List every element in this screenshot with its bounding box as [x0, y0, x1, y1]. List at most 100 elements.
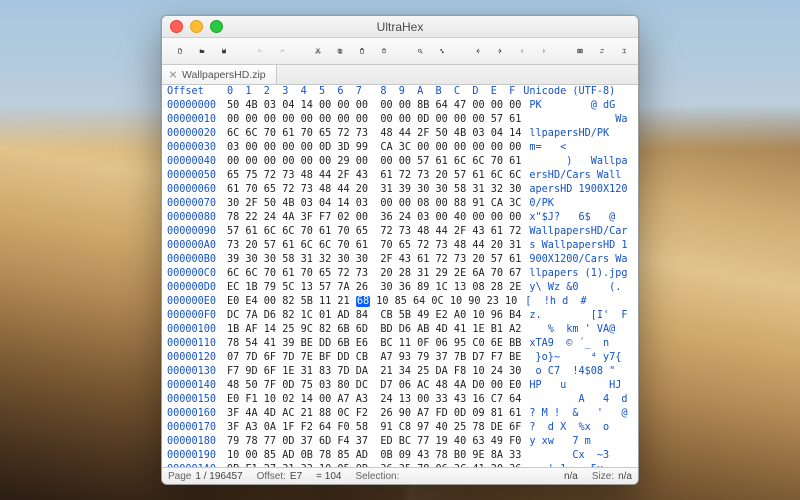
- hex-bytes-cell[interactable]: 00 00 00 00 00 00 29 00 00 00 57 61 6C 6…: [227, 155, 521, 169]
- hex-bytes-cell[interactable]: 78 22 24 4A 3F F7 02 00 36 24 03 00 40 0…: [227, 211, 521, 225]
- hex-bytes-cell[interactable]: 10 00 85 AD 0B 78 85 AD 0B 09 43 78 B0 9…: [227, 449, 521, 463]
- hex-row[interactable]: 0000006061 70 65 72 73 48 44 20 31 39 30…: [162, 183, 638, 197]
- sum-button[interactable]: [614, 41, 634, 61]
- ascii-cell[interactable]: ? d X %x o: [521, 421, 609, 435]
- hex-row[interactable]: 00000130F7 9D 6F 1E 31 83 7D DA 21 34 25…: [162, 365, 638, 379]
- ascii-cell[interactable]: % km ' VA@: [521, 323, 615, 337]
- hex-row[interactable]: 000001603F 4A 4D AC 21 88 0C F2 26 90 A7…: [162, 407, 638, 421]
- hex-bytes-cell[interactable]: 3F A3 0A 1F F2 64 F0 58 91 C8 97 40 25 7…: [227, 421, 521, 435]
- ascii-cell[interactable]: ? M ! & ' @: [521, 407, 627, 421]
- undo-button[interactable]: [250, 41, 270, 61]
- hex-bytes-cell[interactable]: 03 00 00 00 00 0D 3D 99 CA 3C 00 00 00 0…: [227, 141, 521, 155]
- ascii-cell[interactable]: WallpapersHD/Car: [521, 225, 627, 239]
- ascii-cell[interactable]: ersHD/Cars Wall: [521, 169, 621, 183]
- columns-button[interactable]: [570, 41, 590, 61]
- hex-bytes-cell[interactable]: E0 F1 10 02 14 00 A7 A3 24 13 00 33 43 1…: [227, 393, 521, 407]
- hex-row[interactable]: 0000007030 2F 50 4B 03 04 14 03 00 00 08…: [162, 197, 638, 211]
- paste-button[interactable]: [352, 41, 372, 61]
- ascii-cell[interactable]: Wa: [521, 113, 627, 127]
- hex-row[interactable]: 000001001B AF 14 25 9C 82 6B 6D BD D6 AB…: [162, 323, 638, 337]
- hex-row[interactable]: 00000150E0 F1 10 02 14 00 A7 A3 24 13 00…: [162, 393, 638, 407]
- hex-row[interactable]: 000000F0DC 7A D6 82 1C 01 AD 84 CB 5B 49…: [162, 309, 638, 323]
- ascii-cell[interactable]: y xw 7 m: [521, 435, 603, 449]
- cut-button[interactable]: [308, 41, 328, 61]
- minimize-window-button[interactable]: [190, 20, 203, 33]
- hex-row[interactable]: 0000000050 4B 03 04 14 00 00 00 00 00 8B…: [162, 99, 638, 113]
- ascii-cell[interactable]: m= <: [521, 141, 566, 155]
- goto-button[interactable]: [432, 41, 452, 61]
- ascii-cell[interactable]: s WallpapersHD 1: [521, 239, 627, 253]
- hex-bytes-cell[interactable]: 57 61 6C 6C 70 61 70 65 72 73 48 44 2F 4…: [227, 225, 521, 239]
- close-window-button[interactable]: [170, 20, 183, 33]
- ascii-cell[interactable]: [ !h d #: [517, 295, 586, 309]
- hex-bytes-cell[interactable]: 6C 6C 70 61 70 65 72 73 48 44 2F 50 4B 0…: [227, 127, 521, 141]
- close-tab-icon[interactable]: [169, 71, 177, 79]
- hex-bytes-cell[interactable]: 00 00 00 00 00 00 00 00 00 00 0D 00 00 0…: [227, 113, 521, 127]
- hex-bytes-cell[interactable]: 07 7D 6F 7D 7E BF DD CB A7 93 79 37 7B D…: [227, 351, 521, 365]
- ascii-cell[interactable]: 900X1200/Cars Wa: [521, 253, 627, 267]
- ascii-cell[interactable]: ) Wallpa: [521, 155, 627, 169]
- ascii-cell[interactable]: Unicode (UTF-8): [515, 85, 615, 99]
- new-file-button[interactable]: [170, 41, 190, 61]
- hex-bytes-cell[interactable]: 78 54 41 39 BE DD 6B E6 BC 11 0F 06 95 C…: [227, 337, 521, 351]
- hex-row[interactable]: 000000E0E0 E4 00 82 5B 11 21 68 10 85 64…: [162, 295, 638, 309]
- zoom-window-button[interactable]: [210, 20, 223, 33]
- hex-bytes-cell[interactable]: 48 50 7F 0D 75 03 80 DC D7 06 AC 48 4A D…: [227, 379, 521, 393]
- ascii-cell[interactable]: z. [I' F: [521, 309, 627, 323]
- hex-row[interactable]: 000000D0EC 1B 79 5C 13 57 7A 26 30 36 89…: [162, 281, 638, 295]
- ascii-cell[interactable]: Cx ~3: [521, 449, 609, 463]
- hex-bytes-cell[interactable]: 65 75 72 73 48 44 2F 43 61 72 73 20 57 6…: [227, 169, 521, 183]
- save-file-button[interactable]: [214, 41, 234, 61]
- file-tab[interactable]: WallpapersHD.zip: [162, 65, 277, 84]
- ascii-cell[interactable]: PK @ dG: [521, 99, 615, 113]
- ascii-cell[interactable]: }o}~ ⁴ y7{: [521, 351, 621, 365]
- hex-bytes-cell[interactable]: 79 78 77 0D 37 6D F4 37 ED BC 77 19 40 6…: [227, 435, 521, 449]
- ascii-cell[interactable]: y\ Wz &0 (.: [521, 281, 621, 295]
- hex-row[interactable]: 000000C06C 6C 70 61 70 65 72 73 20 28 31…: [162, 267, 638, 281]
- redo-button[interactable]: [272, 41, 292, 61]
- ascii-cell[interactable]: apersHD 1900X120: [521, 183, 627, 197]
- hex-bytes-cell[interactable]: 30 2F 50 4B 03 04 14 03 00 00 08 00 88 9…: [227, 197, 521, 211]
- hex-row[interactable]: 0000011078 54 41 39 BE DD 6B E6 BC 11 0F…: [162, 337, 638, 351]
- hex-bytes-cell[interactable]: DC 7A D6 82 1C 01 AD 84 CB 5B 49 E2 A0 1…: [227, 309, 521, 323]
- hex-bytes-cell[interactable]: 1B AF 14 25 9C 82 6B 6D BD D6 AB 4D 41 1…: [227, 323, 521, 337]
- hex-row[interactable]: 0000008078 22 24 4A 3F F7 02 00 36 24 03…: [162, 211, 638, 225]
- ascii-cell[interactable]: o C7 !4$08 ": [521, 365, 615, 379]
- hex-bytes-cell[interactable]: F7 9D 6F 1E 31 83 7D DA 21 34 25 DA F8 1…: [227, 365, 521, 379]
- nav-forward-button[interactable]: [490, 41, 510, 61]
- hex-row[interactable]: 000000A073 20 57 61 6C 6C 70 61 70 65 72…: [162, 239, 638, 253]
- hex-row[interactable]: 0000001000 00 00 00 00 00 00 00 00 00 0D…: [162, 113, 638, 127]
- hex-row[interactable]: 000000206C 6C 70 61 70 65 72 73 48 44 2F…: [162, 127, 638, 141]
- hex-bytes-cell[interactable]: 50 4B 03 04 14 00 00 00 00 00 8B 64 47 0…: [227, 99, 521, 113]
- hex-bytes-cell[interactable]: 61 70 65 72 73 48 44 20 31 39 30 30 58 3…: [227, 183, 521, 197]
- hex-row[interactable]: 000000B039 30 30 58 31 32 30 30 2F 43 61…: [162, 253, 638, 267]
- nav-next-button[interactable]: [534, 41, 554, 61]
- copy-button[interactable]: [330, 41, 350, 61]
- hex-row[interactable]: 0000009057 61 6C 6C 70 61 70 65 72 73 48…: [162, 225, 638, 239]
- hex-bytes-cell[interactable]: 73 20 57 61 6C 6C 70 61 70 65 72 73 48 4…: [227, 239, 521, 253]
- ascii-cell[interactable]: xTA9 © ´_ n: [521, 337, 609, 351]
- selected-byte[interactable]: 68: [356, 296, 370, 307]
- hex-bytes-cell[interactable]: 0 1 2 3 4 5 6 7 8 9 A B C D E F: [227, 85, 515, 99]
- ascii-cell[interactable]: llpapersHD/PK: [521, 127, 609, 141]
- hex-bytes-cell[interactable]: 3F 4A 4D AC 21 88 0C F2 26 90 A7 FD 0D 0…: [227, 407, 521, 421]
- delete-button[interactable]: [374, 41, 394, 61]
- hex-bytes-cell[interactable]: 6C 6C 70 61 70 65 72 73 20 28 31 29 2E 6…: [227, 267, 521, 281]
- ascii-cell[interactable]: HP u HJ: [521, 379, 621, 393]
- hex-view[interactable]: Offset 0 1 2 3 4 5 6 7 8 9 A B C D E FUn…: [162, 85, 638, 467]
- hex-row[interactable]: 0000019010 00 85 AD 0B 78 85 AD 0B 09 43…: [162, 449, 638, 463]
- ascii-cell[interactable]: 0/PK: [521, 197, 554, 211]
- ascii-cell[interactable]: A 4 d: [521, 393, 627, 407]
- hex-row[interactable]: 0000003003 00 00 00 00 0D 3D 99 CA 3C 00…: [162, 141, 638, 155]
- hex-row[interactable]: 0000018079 78 77 0D 37 6D F4 37 ED BC 77…: [162, 435, 638, 449]
- hex-row[interactable]: 0000005065 75 72 73 48 44 2F 43 61 72 73…: [162, 169, 638, 183]
- titlebar[interactable]: UltraHex: [162, 16, 638, 38]
- open-file-button[interactable]: [192, 41, 212, 61]
- hex-bytes-cell[interactable]: E0 E4 00 82 5B 11 21 68 10 85 64 0C 10 9…: [227, 295, 517, 309]
- ascii-cell[interactable]: x"$J? 6$ @: [521, 211, 615, 225]
- hex-row[interactable]: 000001703F A3 0A 1F F2 64 F0 58 91 C8 97…: [162, 421, 638, 435]
- hex-bytes-cell[interactable]: EC 1B 79 5C 13 57 7A 26 30 36 89 1C 13 0…: [227, 281, 521, 295]
- hex-row[interactable]: 0000012007 7D 6F 7D 7E BF DD CB A7 93 79…: [162, 351, 638, 365]
- hex-bytes-cell[interactable]: 39 30 30 58 31 32 30 30 2F 43 61 72 73 2…: [227, 253, 521, 267]
- ascii-cell[interactable]: llpapers (1).jpg: [521, 267, 627, 281]
